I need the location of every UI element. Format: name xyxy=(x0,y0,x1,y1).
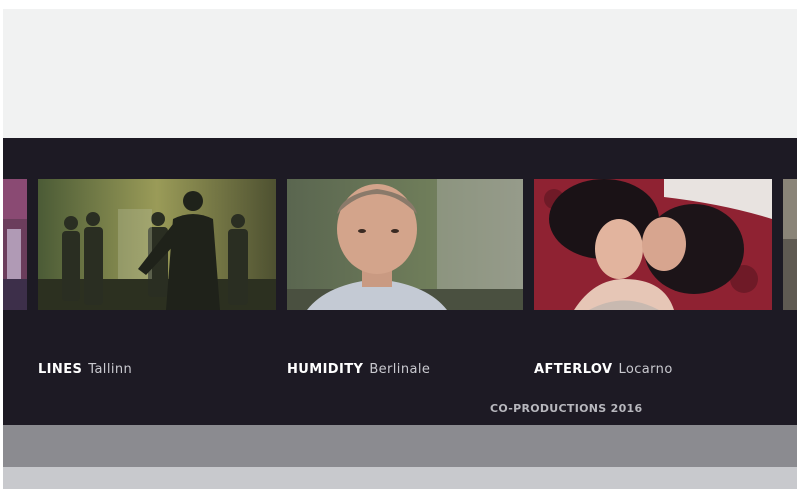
film-still-portrait-icon xyxy=(287,179,523,310)
section-label: CO-PRODUCTIONS 2016 xyxy=(490,402,643,415)
film-still-riot-icon xyxy=(38,179,276,310)
partial-film-still-icon xyxy=(783,179,797,310)
film-caption-afterlov: AFTERLOV Locarno xyxy=(534,362,673,377)
film-caption-lines: LINES Tallinn xyxy=(38,362,132,377)
partial-film-still-icon xyxy=(3,179,27,310)
film-title: LINES xyxy=(38,362,83,377)
film-still-couple-icon xyxy=(534,179,772,310)
bottom-light-band xyxy=(3,467,797,489)
bottom-gray-band xyxy=(3,425,797,467)
top-banner-area xyxy=(3,9,797,138)
film-title: AFTERLOV xyxy=(534,362,613,377)
film-carousel: LINES Tallinn HUMIDITY Berlinale AFTERLO… xyxy=(3,138,797,425)
film-festival: Tallinn xyxy=(88,362,133,377)
film-festival: Berlinale xyxy=(369,362,431,377)
film-caption-humidity: HUMIDITY Berlinale xyxy=(287,362,430,377)
film-festival: Locarno xyxy=(618,362,673,377)
film-title: HUMIDITY xyxy=(287,362,364,377)
